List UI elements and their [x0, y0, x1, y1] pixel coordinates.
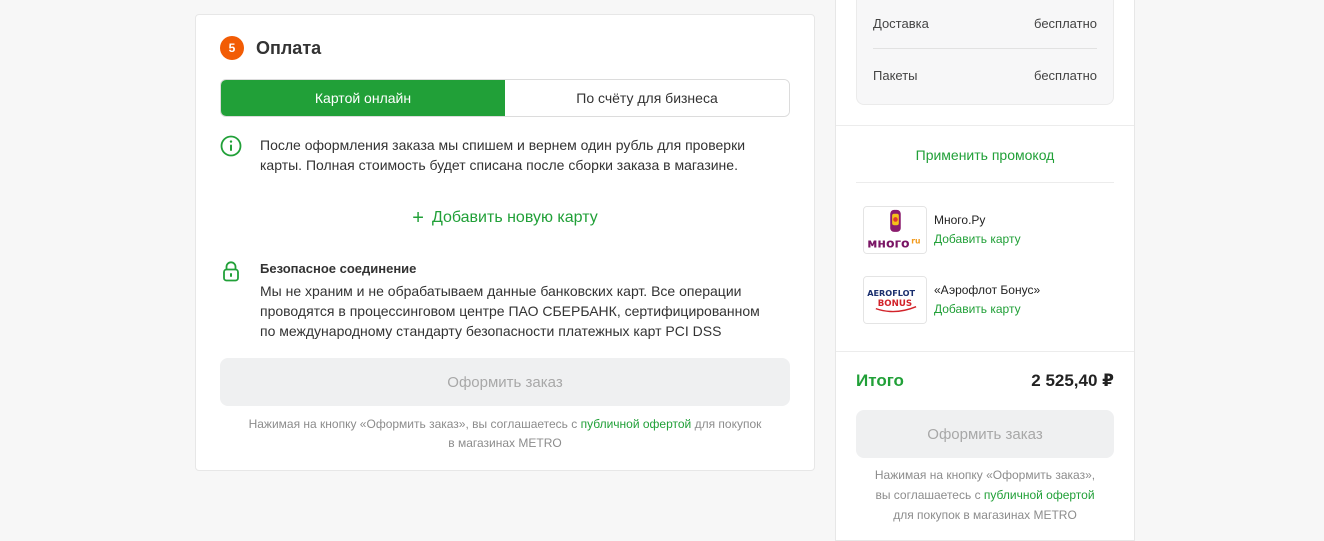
add-mnogo-card-link[interactable]: Добавить карту	[934, 230, 1021, 248]
payment-header: 5 Оплата	[220, 36, 321, 60]
public-offer-link-summary[interactable]: публичной офертой	[984, 488, 1095, 502]
loyalty-program-mnogo: много ru Много.Ру Добавить карту	[863, 206, 1113, 254]
card-check-info: После оформления заказа мы спишем и верн…	[220, 135, 790, 175]
payment-section: 5 Оплата Картой онлайн По счёту для бизн…	[195, 14, 815, 471]
secure-connection-title: Безопасное соединение	[260, 261, 417, 276]
card-check-text: После оформления заказа мы спишем и верн…	[260, 135, 745, 175]
bonus-logo-word: BONUS	[878, 299, 912, 309]
apply-promo-code-link[interactable]: Применить промокод	[856, 147, 1114, 163]
fee-value: бесплатно	[1034, 16, 1097, 31]
tab-invoice-business[interactable]: По счёту для бизнеса	[505, 80, 789, 116]
total-label: Итого	[856, 371, 904, 390]
secure-connection-info: Безопасное соединение Мы не храним и не …	[220, 260, 790, 341]
loyalty-name: Много.Ру	[934, 213, 986, 227]
terms-agreement-summary: Нажимая на кнопку «Оформить заказ», вы с…	[856, 465, 1114, 525]
secure-connection-text: Безопасное соединение Мы не храним и не …	[260, 260, 760, 341]
fee-label: Доставка	[873, 16, 929, 31]
terms-line: вы соглашаетесь с публичной офертой	[856, 485, 1114, 505]
payment-title: Оплата	[256, 37, 322, 58]
terms-text: вы соглашаетесь с	[875, 488, 984, 502]
terms-line: Нажимая на кнопку «Оформить заказ», вы с…	[220, 415, 790, 434]
place-order-button-summary[interactable]: Оформить заказ	[856, 410, 1114, 458]
loyalty-name: «Аэрофлот Бонус»	[934, 283, 1041, 297]
secure-text-line: Мы не храним и не обрабатываем данные ба…	[260, 283, 742, 299]
divider	[856, 182, 1114, 183]
total-value: 2 525,40 ₽	[1031, 371, 1114, 390]
order-total: Итого 2 525,40 ₽	[856, 371, 1114, 391]
add-aeroflot-card-link[interactable]: Добавить карту	[934, 300, 1040, 318]
fee-value: бесплатно	[1034, 67, 1097, 83]
aeroflot-logo-word: AEROFLOT	[867, 288, 915, 298]
divider	[836, 125, 1134, 126]
public-offer-link[interactable]: публичной офертой	[581, 417, 692, 431]
terms-line: для покупок в магазинах METRO	[893, 508, 1077, 522]
fees-box: Доставка бесплатно Пакеты бесплатно	[856, 0, 1114, 105]
plus-icon: +	[412, 207, 424, 229]
order-summary-panel: Доставка бесплатно Пакеты бесплатно Прим…	[835, 0, 1135, 541]
divider	[836, 351, 1134, 352]
tab-card-online[interactable]: Картой онлайн	[221, 80, 505, 116]
add-new-card-button[interactable]: + Добавить новую карту	[196, 207, 814, 229]
terms-text: для покупок	[691, 417, 762, 431]
step-number-badge: 5	[220, 36, 244, 60]
mnogo-logo-word: много	[867, 235, 910, 250]
secure-connection-description: Мы не храним и не обрабатываем данные ба…	[260, 281, 760, 341]
lock-icon	[223, 261, 239, 282]
loyalty-text: Много.Ру Добавить карту	[934, 212, 1021, 248]
loyalty-text: «Аэрофлот Бонус» Добавить карту	[934, 282, 1040, 318]
place-order-button[interactable]: Оформить заказ	[220, 358, 790, 406]
fee-label: Пакеты	[873, 67, 918, 83]
info-text-line: карты. Полная стоимость будет списана по…	[260, 157, 738, 173]
info-text-line: После оформления заказа мы спишем и верн…	[260, 137, 746, 153]
secure-text-line: по международному стандарту безопасности…	[260, 323, 722, 339]
terms-text: Нажимая на кнопку «Оформить заказ», вы с…	[248, 417, 581, 431]
mnogo-ru-logo: много ru	[863, 206, 927, 254]
payment-method-toggle: Картой онлайн По счёту для бизнеса	[220, 79, 790, 117]
loyalty-program-aeroflot: AEROFLOT BONUS «Аэрофлот Бонус» Добавить…	[863, 276, 1113, 324]
terms-agreement: Нажимая на кнопку «Оформить заказ», вы с…	[220, 415, 790, 453]
bags-fee-row: Пакеты бесплатно	[873, 50, 1097, 100]
info-icon	[220, 135, 242, 157]
terms-line: Нажимая на кнопку «Оформить заказ»,	[874, 468, 1096, 482]
aeroflot-bonus-logo: AEROFLOT BONUS	[863, 276, 927, 324]
mnogo-logo-suffix: ru	[911, 236, 920, 245]
terms-line: в магазинах METRO	[448, 436, 562, 450]
secure-text-line: проводятся в процессинговом центре ПАО С…	[260, 303, 760, 319]
add-new-card-label: Добавить новую карту	[431, 209, 598, 226]
delivery-fee-row: Доставка бесплатно	[873, 0, 1097, 49]
